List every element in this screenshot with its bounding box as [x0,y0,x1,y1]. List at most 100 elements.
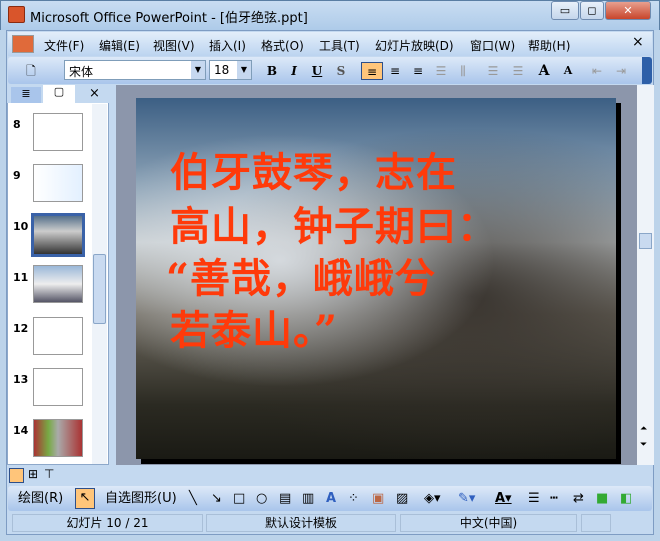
new-document-icon[interactable]: 🗋 [22,62,40,80]
next-slide-icon[interactable]: ⏷ [640,441,647,450]
slide-sorter-icon[interactable]: ⊞ [28,467,38,481]
decrease-indent-icon[interactable]: ⇤ [588,62,606,80]
slide-thumbnail-9[interactable] [33,164,83,202]
minimize-icon: ▭ [559,4,571,17]
slide-counter: 幻灯片 10 / 21 [12,514,203,532]
tab-outline[interactable]: ≣ [11,87,41,103]
underline-button[interactable]: U [308,62,326,80]
slide-number: 14 [13,424,29,437]
formatting-toolbar: 🗋 宋体 ▼ 18 ▼ B I U S ≡ ≡ ≡ ☰ ⫼ ☰ ☰ A A ⇤ ⇥ [8,57,652,84]
arrow-icon[interactable]: ↘ [211,490,222,507]
select-objects-icon[interactable]: ↖ [75,488,95,509]
align-right-button[interactable]: ≡ [409,62,427,80]
slide-number: 11 [13,271,29,284]
close-panel-button[interactable]: × [89,86,100,101]
align-left-button[interactable]: ≡ [361,62,383,80]
restore-icon: ◻ [587,4,597,17]
clipart-icon[interactable]: ▣ [372,490,384,507]
slides-scrollbar[interactable] [92,104,107,464]
window-title: Microsoft Office PowerPoint - [伯牙绝弦.ppt] [30,11,308,26]
textbox-icon[interactable]: ▤ [279,490,291,507]
chevron-down-icon: ▼ [191,61,205,79]
slide-text-line: “善哉，峨峨兮 [166,255,437,302]
align-center-button[interactable]: ≡ [386,62,404,80]
menu-file[interactable]: 文件(F) [44,37,84,54]
shrink-font-button[interactable]: A [559,62,577,80]
font-value: 宋体 [69,65,94,79]
font-color-icon[interactable]: A▾ [495,490,512,507]
slide-number: 9 [13,169,21,182]
slide-text-line: 若泰山。” [170,307,339,354]
status-empty-pane [581,514,611,532]
arrow-style-icon[interactable]: ⇄ [573,490,584,507]
vertical-textbox-icon[interactable]: ▥ [302,490,314,507]
restore-button[interactable]: ◻ [580,1,604,20]
menu-tools[interactable]: 工具(T) [319,37,360,54]
menu-view[interactable]: 视图(V) [153,37,195,54]
font-size-select[interactable]: 18 ▼ [209,60,252,80]
toolbar-options-button[interactable] [642,57,652,84]
main-scrollbar[interactable]: ⏶ ⏷ [637,85,654,465]
line-style-icon[interactable]: ☰ [528,490,540,507]
slide-thumbnail-12[interactable] [33,317,83,355]
slide-thumbnail-13[interactable] [33,368,83,406]
minimize-button[interactable]: ▭ [551,1,579,20]
design-template: 默认设计模板 [206,514,396,532]
slide-thumbnail-11[interactable] [33,265,83,303]
slide-text-line: 高山，钟子期曰： [170,203,498,250]
powerpoint-app-icon[interactable] [8,6,25,23]
menu-help[interactable]: 帮助(H) [528,37,570,54]
slide-text-line: 伯牙鼓琴，志在 [170,149,457,196]
line-icon[interactable]: ╲ [189,490,197,507]
menu-insert[interactable]: 插入(I) [209,37,246,54]
fill-color-icon[interactable]: ◈▾ [424,490,441,507]
shadow-button[interactable]: S [332,62,350,80]
line-color-icon[interactable]: ✎▾ [458,490,475,507]
drawing-toolbar: 绘图(R) ↖ 自选图形(U) ╲ ↘ □ ○ ▤ ▥ A ⁘ ▣ ▨ ◈▾ ✎… [8,486,652,511]
close-button[interactable]: ✕ [605,1,651,20]
dash-style-icon[interactable]: ┅ [550,490,558,507]
scrollbar-thumb[interactable] [93,254,106,324]
bold-button[interactable]: B [263,62,281,80]
menu-edit[interactable]: 编辑(E) [99,37,140,54]
distribute-icon[interactable]: ⫼ [454,62,472,80]
justify-icon[interactable]: ☰ [432,62,450,80]
tab-slides[interactable]: ▢ [43,85,75,103]
numbering-icon[interactable]: ☰ [484,62,502,80]
slide-thumbnail-10-selected[interactable] [31,213,85,257]
slide-number: 8 [13,118,21,131]
diagram-icon[interactable]: ⁘ [348,490,359,507]
3d-style-icon[interactable]: ◧ [620,490,632,507]
view-buttons: ⊞ ⊤ [8,467,108,485]
panel-tabs: ≣ ▢ × [7,85,109,103]
chevron-down-icon: ▼ [237,61,251,79]
slide-number: 10 [13,220,29,233]
wordart-icon[interactable]: A [326,490,336,507]
autoshapes-menu-button[interactable]: 自选图形(U) [105,490,177,507]
document-icon[interactable] [12,35,34,53]
slide-thumbnail-14[interactable] [33,419,83,457]
scrollbar-thumb[interactable] [639,233,652,249]
shadow-style-icon[interactable]: ■ [596,490,608,507]
draw-menu-button[interactable]: 绘图(R) [18,490,63,507]
picture-icon[interactable]: ▨ [396,490,408,507]
slide-number: 12 [13,322,29,335]
increase-indent-icon[interactable]: ⇥ [612,62,630,80]
grow-font-button[interactable]: A [535,62,553,80]
font-select[interactable]: 宋体 ▼ [64,60,206,80]
close-document-button[interactable]: × [632,34,644,50]
close-icon: ✕ [623,4,633,17]
slide-canvas[interactable]: 伯牙鼓琴，志在 高山，钟子期曰： “善哉，峨峨兮 若泰山。” [136,98,616,459]
normal-view-icon[interactable] [9,468,24,483]
menu-window[interactable]: 窗口(W) [470,37,515,54]
italic-button[interactable]: I [285,62,303,80]
slide-thumbnail-8[interactable] [33,113,83,151]
slideshow-icon[interactable]: ⊤ [44,467,54,481]
menu-format[interactable]: 格式(O) [261,37,304,54]
rectangle-icon[interactable]: □ [233,490,245,507]
font-size-value: 18 [214,63,230,77]
oval-icon[interactable]: ○ [256,490,267,507]
menu-slideshow[interactable]: 幻灯片放映(D) [375,37,454,54]
previous-slide-icon[interactable]: ⏶ [640,425,647,434]
bullets-icon[interactable]: ☰ [509,62,527,80]
